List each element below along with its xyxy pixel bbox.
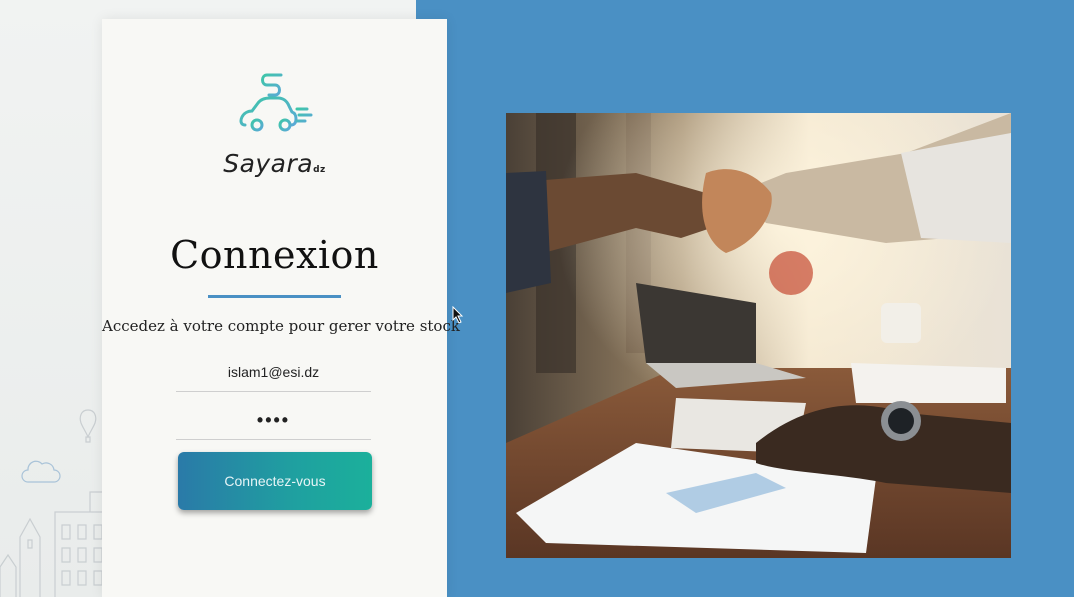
- balloon-icon: [79, 409, 97, 443]
- page-title: Connexion: [170, 233, 379, 277]
- brand-name-text: Sayara: [223, 149, 314, 178]
- title-underline: [208, 295, 341, 298]
- login-button[interactable]: Connectez-vous: [178, 452, 372, 510]
- city-illustration: [0, 409, 106, 597]
- car-logo-icon: [239, 73, 312, 132]
- handshake-photo: [506, 113, 1011, 558]
- logo: [102, 69, 447, 139]
- brand-suffix: dz: [313, 165, 326, 175]
- page-subtitle: Accedez à votre compte pour gerer votre …: [102, 317, 460, 335]
- mouse-cursor-icon: [452, 306, 464, 324]
- brand-name: Sayaradz: [102, 149, 447, 178]
- email-field[interactable]: [176, 353, 371, 392]
- cloud-icon: [21, 460, 61, 483]
- password-field[interactable]: [176, 401, 371, 440]
- login-card: Sayaradz Connexion Accedez à votre compt…: [102, 19, 460, 597]
